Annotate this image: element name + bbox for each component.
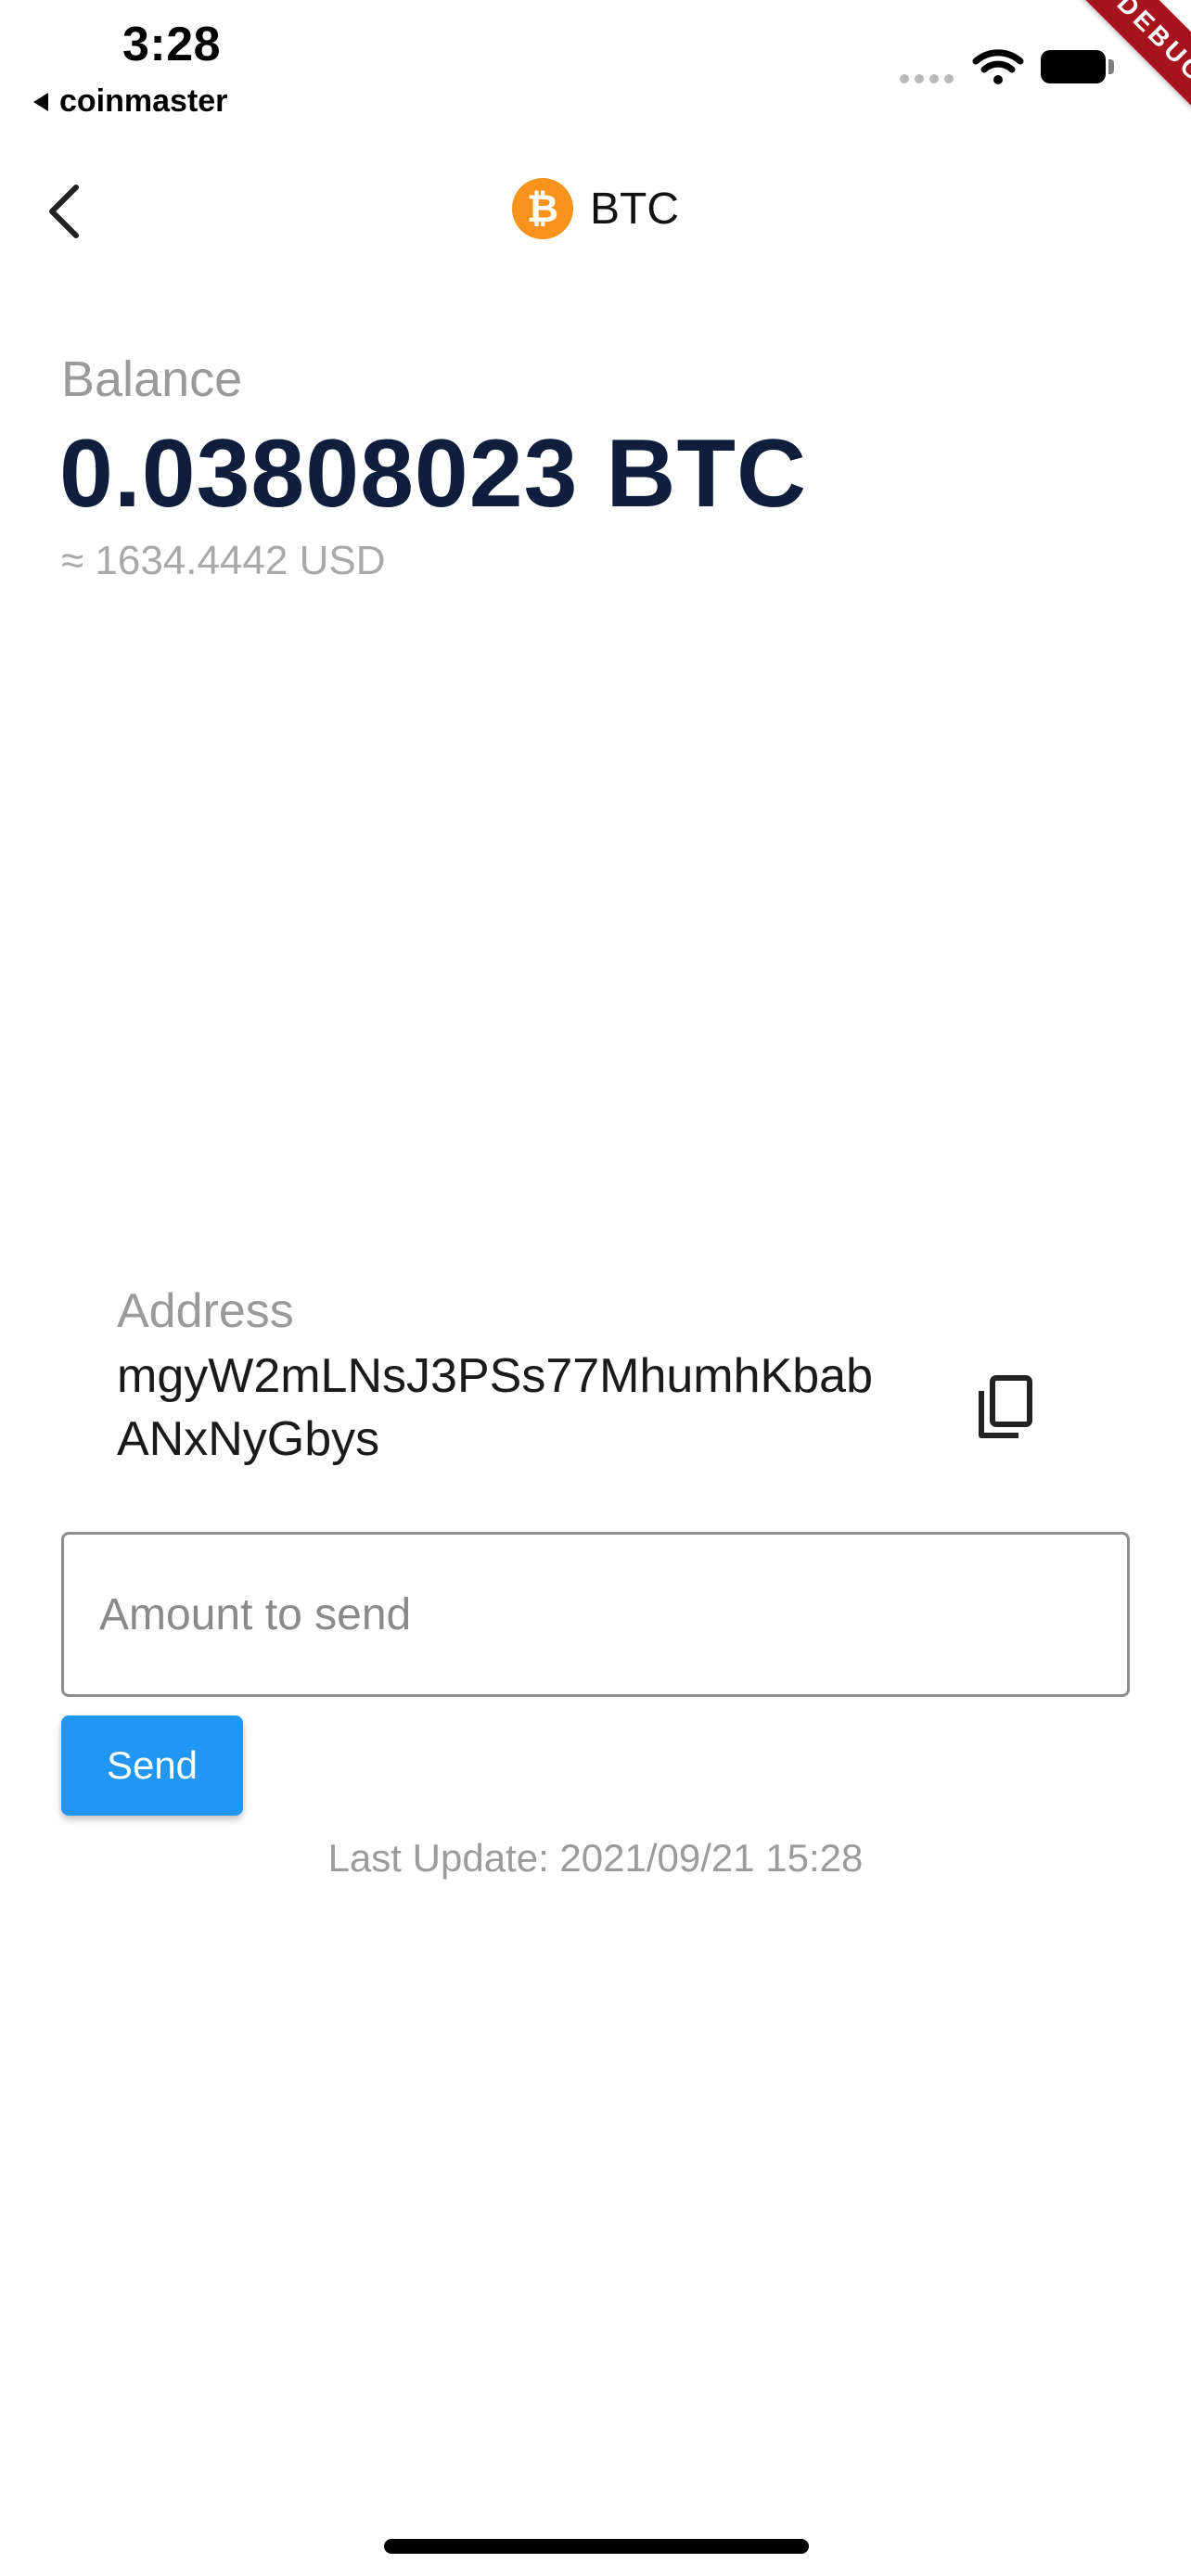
battery-icon bbox=[1041, 50, 1106, 83]
address-text-line-2: ANxNyGbys bbox=[117, 1412, 380, 1466]
page-title: BTC bbox=[590, 184, 679, 234]
balance-value: 0.03808023 BTC bbox=[59, 420, 808, 528]
balance-label: Balance bbox=[61, 351, 243, 407]
address-text-line-1: mgyW2mLNsJ3PSs77MhumhKbab bbox=[117, 1349, 873, 1403]
back-triangle-icon bbox=[33, 92, 48, 111]
balance-fiat-value: ≈ 1634.4442 USD bbox=[61, 538, 386, 583]
amount-field[interactable] bbox=[61, 1532, 1130, 1697]
back-button[interactable] bbox=[37, 178, 89, 245]
battery-cap bbox=[1108, 59, 1114, 74]
cellular-signal-icon bbox=[900, 74, 954, 83]
status-time: 3:28 bbox=[122, 18, 222, 71]
home-indicator bbox=[384, 2539, 809, 2554]
status-back-to-app[interactable]: coinmaster bbox=[33, 83, 227, 120]
bitcoin-logo-icon: ₿ bbox=[512, 178, 573, 239]
address-label: Address bbox=[117, 1284, 294, 1338]
app-bar-title: ₿ BTC bbox=[512, 178, 679, 239]
chevron-left-icon bbox=[49, 185, 79, 238]
copy-icon bbox=[979, 1375, 1032, 1438]
status-back-app-label: coinmaster bbox=[59, 83, 228, 119]
wifi-icon bbox=[972, 48, 1024, 90]
amount-to-send-input[interactable] bbox=[97, 1588, 1127, 1641]
send-button[interactable]: Send bbox=[61, 1715, 243, 1816]
last-update-text: Last Update: 2021/09/21 15:28 bbox=[327, 1836, 864, 1880]
copy-address-button[interactable] bbox=[974, 1372, 1039, 1443]
